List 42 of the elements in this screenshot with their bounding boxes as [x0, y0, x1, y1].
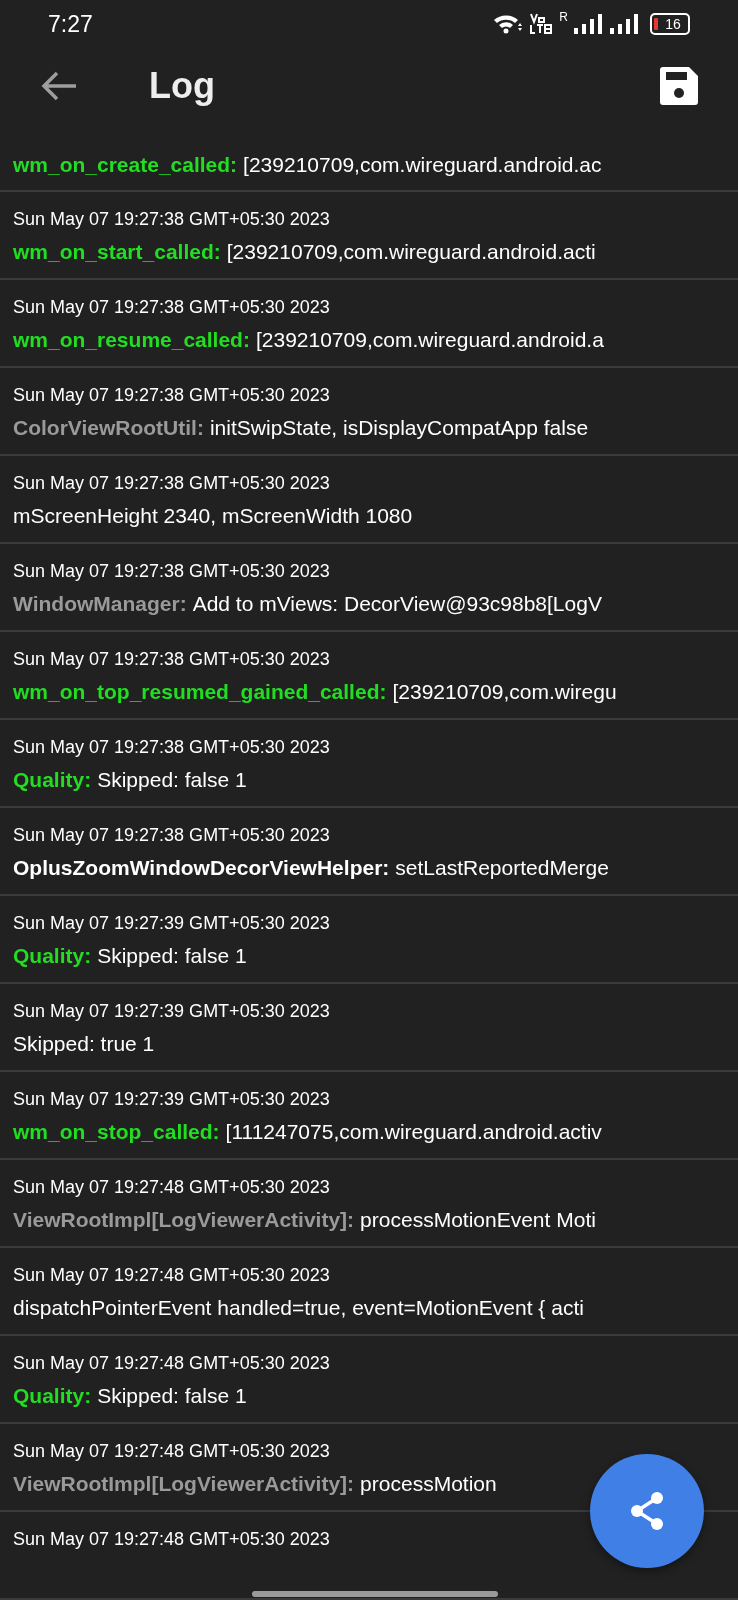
log-message: wm_on_stop_called: [111247075,com.wireguard.android.activ	[13, 1119, 603, 1145]
log-message: ColorViewRootUtil: initSwipState, isDisplayCompatApp false	[13, 415, 590, 441]
screen-title: Log	[149, 65, 216, 108]
battery-indicator: 16	[650, 13, 690, 36]
log-timestamp: Sun May 07 19:27:48 GMT+05:30 2023	[13, 1352, 331, 1374]
log-timestamp: Sun May 07 19:27:38 GMT+05:30 2023	[13, 384, 331, 406]
log-timestamp: Sun May 07 19:27:38 GMT+05:30 2023	[13, 208, 331, 230]
log-message: OplusZoomWindowDecorViewHelper: setLastReportedMerge	[13, 855, 610, 881]
log-timestamp: Sun May 07 19:27:48 GMT+05:30 2023	[13, 1440, 331, 1462]
log-timestamp: Sun May 07 19:27:39 GMT+05:30 2023	[13, 1000, 331, 1022]
log-message: wm_on_resume_called: [239210709,com.wireguard.android.a	[13, 327, 605, 353]
log-timestamp: Sun May 07 19:27:39 GMT+05:30 2023	[13, 912, 331, 934]
log-message: mScreenHeight 2340, mScreenWidth 1080	[13, 503, 414, 529]
log-timestamp: Sun May 07 19:27:38 GMT+05:30 2023	[13, 296, 331, 318]
log-timestamp: Sun May 07 19:27:38 GMT+05:30 2023	[13, 824, 331, 846]
log-timestamp: Sun May 07 19:27:48 GMT+05:30 2023	[13, 1264, 331, 1286]
log-timestamp: Sun May 07 19:27:39 GMT+05:30 2023	[13, 1088, 331, 1110]
log-timestamp: Sun May 07 19:27:38 GMT+05:30 2023	[13, 648, 331, 670]
log-message: wm_on_create_called: [239210709,com.wireguard.android.ac	[13, 152, 603, 178]
log-message: ViewRootImpl[LogViewerActivity]: processMotionEvent Moti	[13, 1207, 597, 1233]
log-timestamp: Sun May 07 19:27:38 GMT+05:30 2023	[13, 472, 331, 494]
signal-icon	[610, 13, 640, 36]
log-message: dispatchPointerEvent handled=true, event=MotionEvent { acti	[13, 1295, 585, 1321]
roaming-indicator: R	[559, 10, 568, 25]
log-message: WindowManager: Add to mViews: DecorView@93c98b8[LogV	[13, 591, 603, 617]
log-message: Quality: Skipped: false 1	[13, 943, 248, 969]
log-message: wm_on_top_resumed_gained_called: [239210709,com.wiregu	[13, 679, 618, 705]
log-message: Skipped: true 1	[13, 1031, 156, 1057]
log-timestamp: Sun May 07 19:27:38 GMT+05:30 2023	[13, 560, 331, 582]
status-time: 7:27	[48, 10, 93, 38]
log-message: wm_on_start_called: [239210709,com.wireguard.android.acti	[13, 239, 597, 265]
signal-icon	[574, 13, 604, 36]
log-timestamp: Sun May 07 19:27:48 GMT+05:30 2023	[13, 1528, 331, 1550]
log-timestamp: Sun May 07 19:27:48 GMT+05:30 2023	[13, 1176, 331, 1198]
wifi-icon	[493, 13, 524, 36]
log-timestamp: Sun May 07 19:27:38 GMT+05:30 2023	[13, 736, 331, 758]
log-message: Quality: Skipped: false 1	[13, 1383, 248, 1409]
back-arrow-icon[interactable]	[40, 70, 78, 103]
volte-icon	[529, 12, 554, 37]
log-message: Quality: Skipped: false 1	[13, 767, 248, 793]
save-icon[interactable]	[660, 67, 698, 106]
log-message: ViewRootImpl[LogViewerActivity]: processMotion	[13, 1471, 498, 1497]
